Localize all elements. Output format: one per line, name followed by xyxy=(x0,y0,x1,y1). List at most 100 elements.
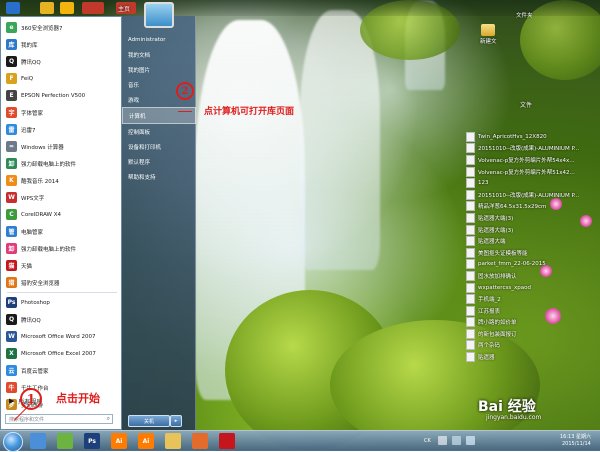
start-menu-program-item[interactable]: C CorelDRAW X4 xyxy=(3,206,121,223)
start-menu-program-item[interactable]: W WPS文字 xyxy=(3,189,121,206)
step2-circle: 2 xyxy=(176,82,194,100)
desktop-document-item[interactable]: parket_fmm_22-06-2015 xyxy=(466,259,598,271)
desktop-document-item[interactable]: Volvenac-p复方外剪编片外帮51x42... xyxy=(466,166,598,178)
baidu-watermark: Bai 经验 xyxy=(478,399,536,415)
program-label: 强力卸载电脑上的软件 xyxy=(21,161,77,168)
desktop-document-item[interactable]: 江苏报表 xyxy=(466,305,598,317)
feiq-icon: F xyxy=(6,73,17,84)
start-menu-place-item[interactable]: 控制面板 xyxy=(122,124,196,139)
uninstall-icon-2: 卸 xyxy=(6,243,17,254)
desktop-document-item[interactable]: 牌小路的如价单 xyxy=(466,317,598,329)
desktop-document-item[interactable]: 123 xyxy=(466,177,598,189)
start-menu-program-item[interactable]: 卸强力卸载电脑上的软件 xyxy=(3,155,121,172)
start-menu-program-item[interactable]: 库我的库 xyxy=(3,36,121,53)
top-app-icon[interactable] xyxy=(40,2,54,14)
desktop-document-item[interactable]: 固水放加排确认 xyxy=(466,270,598,282)
firefox-like-icon[interactable] xyxy=(192,433,208,449)
search-input[interactable]: 搜索程序和文件 ⌕ xyxy=(5,414,113,424)
document-icon xyxy=(466,201,475,212)
document-icon xyxy=(466,340,475,351)
photoshop-taskbar-icon[interactable]: Ps xyxy=(84,433,100,449)
desktop-document-item[interactable]: 手机端_2 xyxy=(466,293,598,305)
desktop-document-item[interactable]: 美图抠头证模板等能 xyxy=(466,247,598,259)
program-label: 强力卸载电脑上的软件 xyxy=(21,246,77,253)
document-label: Volvenac-p复方外剪编片外帮54x4x... xyxy=(478,157,575,164)
document-label: 贴遗器大端(3) xyxy=(478,215,514,222)
shutdown-button[interactable]: 关机 xyxy=(128,415,170,427)
desktop-folder[interactable]: 新建文 xyxy=(480,24,497,45)
start-menu-program-item[interactable]: Ps Photoshop xyxy=(3,294,121,311)
start-menu-program-item[interactable]: 猎猎豹安全浏览器 xyxy=(3,274,121,291)
folder-icon xyxy=(481,24,496,36)
start-menu-program-item[interactable]: 猫天猫 xyxy=(3,257,121,274)
start-menu-program-item[interactable]: 字字体管家 xyxy=(3,104,121,121)
clock-date[interactable]: 2015/11/14 xyxy=(562,441,591,447)
start-menu-place-item[interactable]: 默认程序 xyxy=(122,154,196,169)
desktop-document-item[interactable]: 的新包装面报订 xyxy=(466,328,598,340)
folder-taskbar-icon[interactable] xyxy=(165,433,181,449)
illustrator-taskbar-icon[interactable]: Ai xyxy=(111,433,127,449)
start-menu-program-item[interactable]: 管电脑管家 xyxy=(3,223,121,240)
document-icon xyxy=(466,328,475,339)
program-label: Microsoft Office Word 2007 xyxy=(21,333,96,340)
start-menu-program-item[interactable]: = Windows 计算器 xyxy=(3,138,121,155)
ie-icon[interactable] xyxy=(30,433,46,449)
start-menu-program-item[interactable]: 云百度云管家 xyxy=(3,362,121,379)
tray-icon[interactable] xyxy=(438,436,447,445)
desktop-document-item[interactable]: 20151010--改版(成果)-ALUMINIUM P... xyxy=(466,143,598,155)
start-menu-place-item[interactable]: 设备和打印机 xyxy=(122,139,196,154)
document-icon xyxy=(466,352,475,363)
start-menu-place-item[interactable]: 我的文档 xyxy=(122,47,196,62)
start-menu-program-item[interactable]: F FeiQ xyxy=(3,70,121,87)
volume-icon[interactable] xyxy=(466,436,475,445)
start-menu-program-item[interactable]: Q 腾讯QQ xyxy=(3,53,121,70)
document-icon xyxy=(466,143,475,154)
program-label: 迅雷7 xyxy=(21,127,36,134)
program-label: 猎豹安全浏览器 xyxy=(21,280,60,287)
document-label: 20151010--改版(成果)-ALUMINIUM P... xyxy=(478,192,580,199)
star-icon[interactable] xyxy=(60,2,74,14)
desktop-document-item[interactable]: 贴遗器大端(3) xyxy=(466,212,598,224)
start-menu-program-item[interactable]: E EPSON Perfection V500 xyxy=(3,87,121,104)
program-label: 电脑管家 xyxy=(21,229,44,236)
desktop-document-item[interactable]: 两个杂码 xyxy=(466,340,598,352)
top-app-icon[interactable] xyxy=(6,2,20,14)
desktop-document-item[interactable]: 贴遗器 xyxy=(466,351,598,363)
start-menu-program-item[interactable]: Q 腾讯QQ xyxy=(3,311,121,328)
document-label: Volvenac-p复方外剪编片外帮51x42... xyxy=(478,169,575,176)
start-menu-place-item[interactable]: 我的图片 xyxy=(122,62,196,77)
start-menu-program-item[interactable]: 雷迅雷7 xyxy=(3,121,121,138)
coreldraw-icon: C xyxy=(6,209,17,220)
start-menu-program-item[interactable]: e 360安全浏览器7 xyxy=(3,19,121,36)
chrome-like-icon[interactable] xyxy=(57,433,73,449)
desktop-document-item[interactable]: wxpattercss_xpaod xyxy=(466,282,598,294)
start-menu-program-item[interactable]: X Microsoft Office Excel 2007 xyxy=(3,345,121,362)
start-menu-place-item[interactable]: Administrator xyxy=(122,32,196,47)
document-label: 的新包装面报订 xyxy=(478,331,517,338)
illustrator-taskbar-icon-2[interactable]: Ai xyxy=(138,433,154,449)
desktop-document-item[interactable]: Twin_ApricotHvs_12X820 xyxy=(466,131,598,143)
desktop-document-item[interactable]: 20151010--改版(成果)-ALUMINIUM P... xyxy=(466,189,598,201)
document-label: Twin_ApricotHvs_12X820 xyxy=(478,133,547,140)
start-menu-program-item[interactable]: 卸强力卸载电脑上的软件 xyxy=(3,240,121,257)
wps-taskbar-icon[interactable] xyxy=(219,433,235,449)
step1-instruction: 点击开始 xyxy=(56,392,100,405)
start-menu-program-item[interactable]: K 酷我音乐 2014 xyxy=(3,172,121,189)
start-menu-program-item[interactable]: W Microsoft Office Word 2007 xyxy=(3,328,121,345)
menu-separator xyxy=(7,292,117,293)
desktop-document-item[interactable]: 贴遗器大端(3) xyxy=(466,224,598,236)
top-app-icon[interactable] xyxy=(82,2,104,14)
clock-time[interactable]: 16:13 星期六 xyxy=(560,433,591,440)
photoshop-icon: Ps xyxy=(6,297,17,308)
document-icon xyxy=(466,247,475,258)
start-button[interactable] xyxy=(3,432,23,452)
excel-icon: X xyxy=(6,348,17,359)
desktop-document-item[interactable]: 精品洋葱64.5x31.5x29cm xyxy=(466,201,598,213)
tray-language[interactable]: CK xyxy=(424,438,431,444)
network-icon[interactable] xyxy=(452,436,461,445)
desktop-document-item[interactable]: Volvenac-p复方外剪编片外帮54x4x... xyxy=(466,154,598,166)
desktop-document-item[interactable]: 贴遗器大端 xyxy=(466,235,598,247)
shutdown-options-button[interactable]: ▸ xyxy=(170,415,182,427)
start-menu-place-item[interactable]: 帮助和支持 xyxy=(122,169,196,184)
start-menu-place-item[interactable]: 计算机 xyxy=(122,107,196,124)
